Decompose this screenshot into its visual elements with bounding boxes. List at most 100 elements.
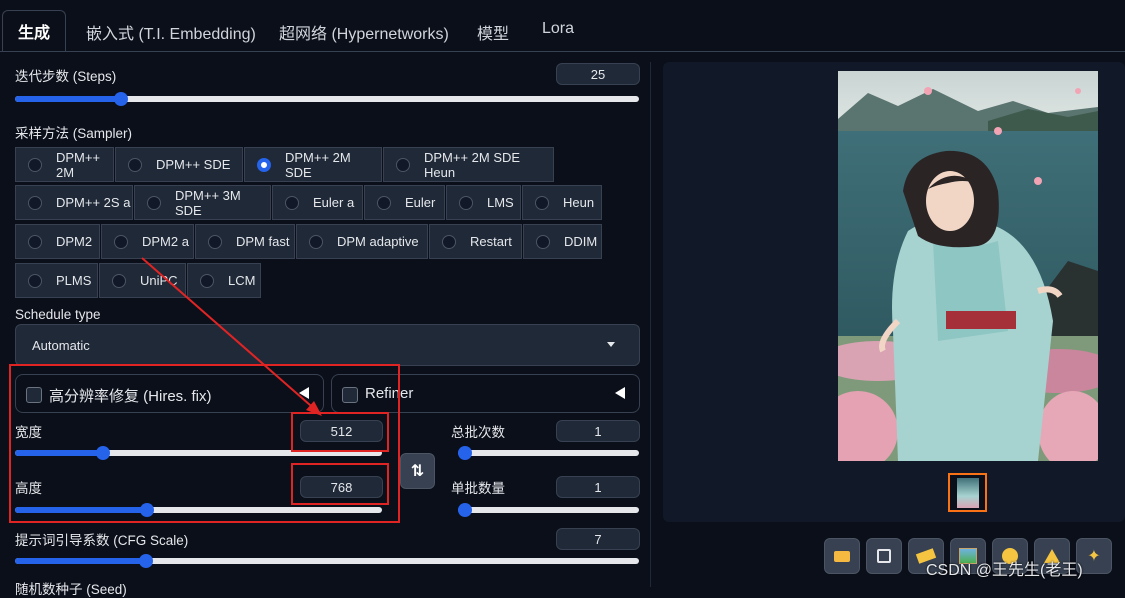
batch-size-slider[interactable] xyxy=(458,503,639,517)
batch-count-label: 总批次数 xyxy=(451,425,505,440)
save-button[interactable] xyxy=(866,538,902,574)
sampler-option-label: PLMS xyxy=(56,273,92,288)
sampler-option[interactable]: DPM++ SDE xyxy=(115,147,243,182)
radio-icon[interactable] xyxy=(459,195,473,210)
sampler-option[interactable]: Euler a xyxy=(272,185,363,220)
radio-icon[interactable] xyxy=(28,234,42,249)
sampler-option[interactable]: DPM2 xyxy=(15,224,100,259)
sampler-option[interactable]: LCM xyxy=(187,263,261,298)
sampler-option[interactable]: Restart xyxy=(429,224,522,259)
sampler-option[interactable]: DPM++ 2S a xyxy=(15,185,133,220)
open-folder-button[interactable] xyxy=(824,538,860,574)
sampler-option-label: DPM++ 2M SDE Heun xyxy=(424,149,521,180)
radio-icon[interactable] xyxy=(285,195,299,210)
radio-icon[interactable] xyxy=(114,234,128,249)
sampler-option[interactable]: DPM2 a xyxy=(101,224,194,259)
sampler-option-label: UniPC xyxy=(140,273,178,288)
sampler-option[interactable]: PLMS xyxy=(15,263,98,298)
collapse-arrow-icon[interactable] xyxy=(615,387,625,399)
radio-icon[interactable] xyxy=(128,157,142,172)
sampler-label: 采样方法 (Sampler) xyxy=(15,126,133,141)
sampler-option-label: DPM++ 2S a xyxy=(56,195,131,210)
batch-size-label: 单批数量 xyxy=(451,481,505,496)
annotation-box-width xyxy=(291,412,389,452)
radio-icon[interactable] xyxy=(208,234,222,249)
cfg-scale-slider-thumb[interactable] xyxy=(139,554,154,568)
folder-icon xyxy=(834,550,850,562)
swap-arrows-icon: ⇅ xyxy=(410,463,425,480)
sampler-option[interactable]: DPM++ 2M SDE Heun xyxy=(383,147,554,182)
swap-dimensions-button[interactable]: ⇅ xyxy=(400,453,435,489)
sampler-option-label: Euler xyxy=(405,195,436,210)
steps-slider[interactable] xyxy=(15,92,639,106)
batch-count-slider-thumb[interactable] xyxy=(458,446,472,460)
annotation-box-height xyxy=(291,463,389,505)
radio-icon[interactable] xyxy=(112,273,126,288)
generated-image-art xyxy=(838,71,1098,461)
chevron-down-icon xyxy=(607,342,615,347)
sampler-option-label: DPM++ 3M SDE xyxy=(175,187,241,218)
sampler-option-label: DPM adaptive xyxy=(337,234,419,249)
sparkle-icon: ✦ xyxy=(1087,548,1101,565)
column-divider xyxy=(650,62,651,587)
cfg-scale-slider[interactable] xyxy=(15,554,639,568)
radio-icon[interactable] xyxy=(200,273,214,288)
radio-icon[interactable] xyxy=(396,157,410,172)
tab-generate[interactable]: 生成 xyxy=(2,10,66,52)
sampler-option[interactable]: DPM adaptive xyxy=(296,224,428,259)
sampler-option-label: Heun xyxy=(563,195,595,210)
sampler-option-label: Restart xyxy=(470,234,512,249)
cfg-scale-label: 提示词引导系数 (CFG Scale) xyxy=(15,533,189,548)
batch-size-input[interactable]: 1 xyxy=(556,476,640,498)
tab-embedding[interactable]: 嵌入式 (T.I. Embedding) xyxy=(86,20,256,44)
watermark-text: CSDN @王先生(老王) xyxy=(926,562,1083,579)
seed-label: 随机数种子 (Seed) xyxy=(15,582,127,597)
sampler-option-label: Euler a xyxy=(313,195,355,210)
sampler-option[interactable]: LMS xyxy=(446,185,521,220)
steps-input[interactable]: 25 xyxy=(556,63,640,85)
schedule-type-dropdown[interactable]: Automatic xyxy=(15,324,640,366)
sampler-option-label: DPM2 xyxy=(56,234,93,249)
radio-icon[interactable] xyxy=(257,157,271,172)
tab-hypernetworks[interactable]: 超网络 (Hypernetworks) xyxy=(279,20,449,44)
sampler-option[interactable]: DPM fast xyxy=(195,224,295,259)
sampler-option-label: DPM++ SDE xyxy=(156,157,231,172)
radio-icon[interactable] xyxy=(147,195,161,210)
sampler-option[interactable]: DPM++ 3M SDE xyxy=(134,185,271,220)
generated-image[interactable] xyxy=(838,71,1098,461)
sampler-option[interactable]: Heun xyxy=(522,185,602,220)
sampler-option[interactable]: DPM++ 2M SDE xyxy=(244,147,382,182)
radio-icon[interactable] xyxy=(28,195,42,210)
sampler-option[interactable]: Euler xyxy=(364,185,445,220)
sampler-option-label: DDIM xyxy=(564,234,598,249)
radio-icon[interactable] xyxy=(536,234,550,249)
tab-models[interactable]: 模型 xyxy=(477,20,509,44)
steps-label: 迭代步数 (Steps) xyxy=(15,69,117,84)
radio-icon[interactable] xyxy=(28,157,42,172)
sampler-option-label: LMS xyxy=(487,195,514,210)
thumbnail-image xyxy=(956,477,979,508)
batch-count-slider[interactable] xyxy=(458,446,639,460)
batch-size-slider-thumb[interactable] xyxy=(458,503,472,517)
steps-slider-thumb[interactable] xyxy=(114,92,129,106)
sampler-option[interactable]: DDIM xyxy=(523,224,602,259)
radio-icon[interactable] xyxy=(377,195,391,210)
radio-icon[interactable] xyxy=(442,234,456,249)
sampler-option-label: DPM2 a xyxy=(142,234,189,249)
batch-count-input[interactable]: 1 xyxy=(556,420,640,442)
schedule-type-label: Schedule type xyxy=(15,307,101,322)
sampler-option-label: DPM++ 2M SDE xyxy=(285,149,351,180)
sampler-option-label: DPM fast xyxy=(236,234,290,249)
radio-icon[interactable] xyxy=(28,273,42,288)
sampler-option[interactable]: DPM++ 2M xyxy=(15,147,114,182)
tab-lora[interactable]: Lora xyxy=(542,20,574,38)
sampler-option-label: DPM++ 2M xyxy=(56,149,101,180)
cfg-scale-input[interactable]: 7 xyxy=(556,528,640,550)
radio-icon[interactable] xyxy=(535,195,549,210)
sampler-option[interactable]: UniPC xyxy=(99,263,186,298)
sampler-option-label: LCM xyxy=(228,273,256,288)
schedule-type-value: Automatic xyxy=(32,337,90,353)
gallery-thumbnail[interactable] xyxy=(948,473,987,512)
tab-divider xyxy=(0,51,1125,52)
radio-icon[interactable] xyxy=(309,234,323,249)
